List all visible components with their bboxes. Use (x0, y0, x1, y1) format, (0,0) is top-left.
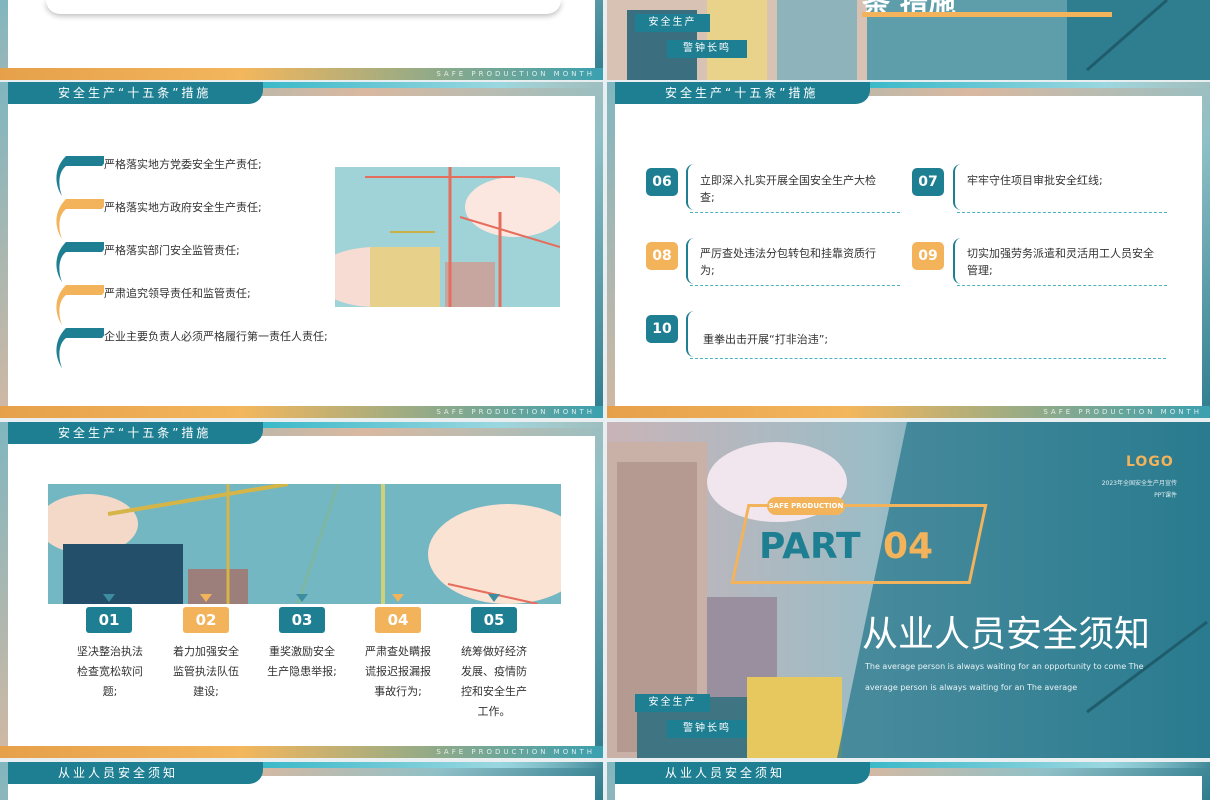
step-number-badge: 05 (471, 607, 517, 633)
step-number-badge: 02 (183, 607, 229, 633)
tag-alarm: 警钟长鸣 (667, 40, 747, 58)
heading-fragment: 条 措施 (862, 0, 956, 20)
slide-tab-title: 从业人员安全须知 (615, 762, 870, 784)
footer-bar: SAFE PRODUCTION MONTH (0, 746, 603, 758)
content-card (46, 0, 561, 14)
item-text: 切实加强劳务派遣和灵活用工人员安全管理; (967, 247, 1154, 277)
footer-text: SAFE PRODUCTION MONTH (436, 748, 595, 756)
step-text: 着力加强安全监管执法队伍建设; (173, 645, 239, 698)
bullet-item: 严格落实部门安全监管责任; (52, 238, 240, 282)
orange-flag-icon (52, 281, 104, 325)
chevron-down-icon (392, 594, 404, 602)
item-bracket (686, 164, 698, 210)
item-divider (957, 212, 1167, 213)
step-number-badge: 04 (375, 607, 421, 633)
tag-alarm: 警钟长鸣 (667, 720, 747, 738)
tag-safety: 安全生产 (635, 14, 710, 32)
construction-banner (48, 484, 561, 604)
item-number-badge: 06 (646, 168, 678, 196)
item-text: 严厉查处违法分包转包和挂靠资质行为; (700, 247, 876, 277)
bullet-item: 企业主要负责人必须严格履行第一责任人责任; (52, 324, 328, 368)
tab-accent-line (255, 422, 603, 428)
section-title: 从业人员安全须知 (862, 614, 1151, 655)
item-divider (690, 285, 900, 286)
slide-tab-title: 安全生产“十五条”措施 (8, 82, 263, 104)
item-number-badge: 09 (912, 242, 944, 270)
slide-measures-1[interactable]: 安全生产“十五条”措施 严格落实地方党委安全生产责任; 严格落实地方政府安全生产… (0, 82, 603, 418)
slide-tab-title: 从业人员安全须知 (8, 762, 263, 784)
heading-underline (862, 12, 1112, 17)
tag-safety: 安全生产 (635, 694, 710, 712)
chevron-down-icon (103, 594, 115, 602)
slide-measures-3[interactable]: 安全生产“十五条”措施 01 坚决整治执法检查宽松软问题; 02 着力加强安全监… (0, 422, 603, 758)
tab-accent-line (255, 762, 603, 768)
teal-flag-icon (52, 324, 104, 368)
section-subtitle-1: The average person is always waiting for… (865, 662, 1144, 671)
footer-bar: SAFE PRODUCTION MONTH (0, 68, 603, 80)
slide-body (8, 0, 595, 68)
step-number-badge: 03 (279, 607, 325, 633)
item-bracket (686, 311, 698, 357)
footer-text: SAFE PRODUCTION MONTH (436, 408, 595, 416)
footer-bar: SAFE PRODUCTION MONTH (0, 406, 603, 418)
step-text: 坚决整治执法检查宽松软问题; (77, 645, 143, 698)
item-divider (690, 212, 900, 213)
item-text: 立即深入扎实开展全国安全生产大检查; (700, 174, 876, 204)
orange-flag-icon (52, 195, 104, 239)
slide-measures-2[interactable]: 安全生产“十五条”措施 06 立即深入扎实开展全国安全生产大检查; 07 牢牢守… (607, 82, 1210, 418)
slide-top-left[interactable]: SAFE PRODUCTION MONTH (0, 0, 603, 80)
meta-line-1: 2023年全国安全生产月宣传 (1101, 480, 1177, 487)
safe-production-badge: SAFE PRODUCTION (767, 497, 845, 515)
footer-text: SAFE PRODUCTION MONTH (436, 70, 595, 78)
tab-accent-line (255, 82, 603, 88)
bullet-item: 严格落实地方政府安全生产责任; (52, 195, 262, 239)
slide-tab-title: 安全生产“十五条”措施 (615, 82, 870, 104)
step-text: 统筹做好经济发展、疫情防控和安全生产工作。 (461, 645, 527, 718)
item-number-badge: 10 (646, 315, 678, 343)
slide-tab-title: 安全生产“十五条”措施 (8, 422, 263, 444)
chevron-down-icon (296, 594, 308, 602)
item-divider (957, 285, 1167, 286)
slide-bottom-right[interactable]: 从业人员安全须知 (607, 762, 1210, 800)
footer-bar: SAFE PRODUCTION MONTH (607, 406, 1210, 418)
item-bracket (686, 238, 698, 284)
item-bracket (953, 164, 965, 210)
step-number-badge: 01 (86, 607, 132, 633)
part-number: 04 (883, 526, 934, 567)
item-number-badge: 08 (646, 242, 678, 270)
tab-accent-line (862, 762, 1210, 768)
section-subtitle-2: average person is always waiting for an … (865, 683, 1078, 692)
slide-bottom-left[interactable]: 从业人员安全须知 (0, 762, 603, 800)
tab-accent-line (862, 82, 1210, 88)
meta-line-2: PPT课件 (1154, 492, 1177, 499)
footer-text: SAFE PRODUCTION MONTH (1043, 408, 1202, 416)
chevron-down-icon (488, 594, 500, 602)
item-text: 牢牢守住项目审批安全红线; (967, 174, 1103, 187)
bullet-item: 严格落实地方党委安全生产责任; (52, 152, 262, 196)
construction-illustration (335, 167, 560, 307)
step-text: 严肃查处瞒报谎报迟报漏报事故行为; (365, 645, 431, 698)
chevron-down-icon (200, 594, 212, 602)
slide-top-right[interactable]: 条 措施 安全生产 警钟长鸣 (607, 0, 1210, 80)
item-divider (690, 358, 1166, 359)
item-bracket (953, 238, 965, 284)
teal-flag-icon (52, 238, 104, 282)
teal-flag-icon (52, 152, 104, 196)
bullet-item: 严肃追究领导责任和监管责任; (52, 281, 251, 325)
part-word: PART (759, 526, 861, 567)
item-number-badge: 07 (912, 168, 944, 196)
logo: LOGO (1126, 454, 1174, 470)
item-text: 重拳出击开展“打非治违”; (703, 333, 829, 346)
step-text: 重奖激励安全生产隐患举报; (267, 645, 337, 678)
slide-section-cover[interactable]: LOGO 2023年全国安全生产月宣传 PPT课件 SAFE PRODUCTIO… (607, 422, 1210, 758)
